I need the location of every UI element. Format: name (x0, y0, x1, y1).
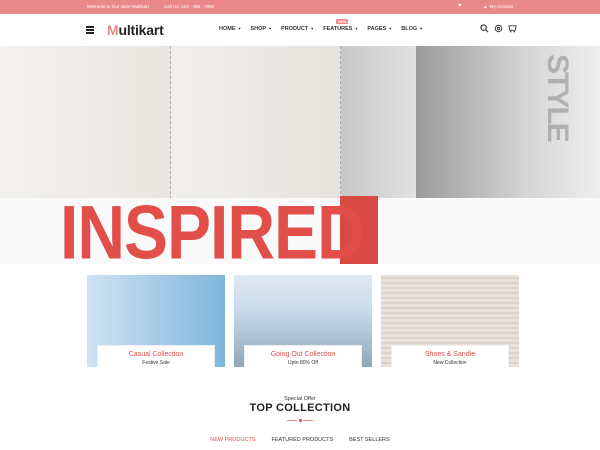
collection-title: Shoes & Sandle (424, 351, 476, 358)
collection-caption: Shoes & Sandle New Collection (391, 345, 509, 367)
collection-caption: Going Out Collection Upto 80% Off (244, 345, 362, 367)
search-icon[interactable] (480, 24, 489, 33)
collection-card-shoes[interactable]: Shoes & Sandle New Collection (381, 275, 519, 367)
main-header: Multikart HOME ▼ SHOP ▼ PRODUCT ▼ NEW FEATUR… (0, 14, 600, 46)
tab-best-sellers[interactable]: BEST SELLERS (349, 437, 390, 443)
nav-label: SHOP (250, 26, 267, 32)
chevron-down-icon: ▼ (419, 26, 424, 31)
logo[interactable]: Multikart (107, 22, 164, 38)
nav-label: PAGES (367, 26, 387, 32)
tab-new-products[interactable]: NEW PRODUCTS (210, 437, 255, 443)
nav-pages[interactable]: PAGES ▼ (367, 26, 392, 32)
menu-icon[interactable] (86, 26, 94, 34)
nav-label: BLOG (401, 26, 418, 32)
nav-label: FEATURES (323, 26, 353, 32)
chevron-down-icon: ▼ (268, 26, 273, 31)
gear-icon[interactable] (494, 24, 503, 33)
logo-text: ultikart (118, 22, 164, 38)
call-us-text: Call Us: 123 - 456 - 7890 (164, 4, 215, 9)
nav-blog[interactable]: BLOG ▼ (401, 26, 423, 32)
title-divider (281, 419, 319, 422)
account-link[interactable]: ▲ My Account (481, 4, 513, 9)
hero-side-text: STYLE (541, 54, 574, 141)
collection-title: Going Out Collection (270, 351, 336, 358)
user-icon: ▲ (483, 4, 488, 9)
collection-card-going-out[interactable]: Going Out Collection Upto 80% Off (234, 275, 372, 367)
nav-features[interactable]: NEW FEATURES ▼ (323, 19, 359, 32)
chevron-down-icon: ▼ (388, 26, 393, 31)
cart-icon[interactable] (508, 24, 517, 33)
main-nav: HOME ▼ SHOP ▼ PRODUCT ▼ NEW FEATURES ▼ PAGES ▼… (219, 19, 432, 32)
nav-shop[interactable]: SHOP ▼ (250, 26, 272, 32)
hero-banner[interactable]: STYLE INSPIRED (0, 46, 600, 264)
collection-title: Casual Collection (128, 351, 184, 358)
collection-caption: Casual Collection Festive Sale (97, 345, 215, 367)
account-label: My Account (489, 4, 513, 9)
collection-subtitle: New Collection (433, 360, 467, 366)
nav-home[interactable]: HOME ▼ (219, 26, 241, 32)
collection-card-casual[interactable]: Casual Collection Festive Sale (87, 275, 225, 367)
header-icons (480, 24, 517, 33)
chevron-down-icon: ▼ (310, 26, 315, 31)
heart-icon[interactable]: ♥ (458, 3, 462, 9)
new-badge: NEW (336, 19, 349, 24)
chevron-down-icon: ▼ (354, 26, 359, 31)
chevron-down-icon: ▼ (237, 26, 242, 31)
collection-subtitle: Upto 80% Off (288, 360, 318, 366)
nav-label: PRODUCT (281, 26, 309, 32)
collection-subtitle: Festive Sale (142, 360, 170, 366)
logo-m: M (107, 22, 119, 38)
hero-headline: INSPIRED (60, 189, 365, 264)
product-tabs: NEW PRODUCTS FEATURED PRODUCTS BEST SELL… (0, 437, 600, 443)
tab-featured-products[interactable]: FEATURED PRODUCTS (272, 437, 334, 443)
nav-label: HOME (219, 26, 236, 32)
section-title: TOP COLLECTION (249, 402, 351, 414)
nav-product[interactable]: PRODUCT ▼ (281, 26, 314, 32)
welcome-text: Welcome to Our store Multikart (87, 4, 149, 9)
top-bar: Welcome to Our store Multikart Call Us: … (0, 0, 600, 14)
